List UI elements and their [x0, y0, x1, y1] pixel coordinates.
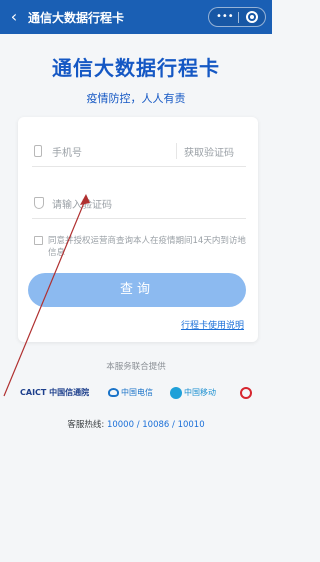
- hotline-numbers: 10000 / 10086 / 10010: [106, 420, 205, 430]
- agree-text: 同意并授权运营商查询本人在疫情期间14天内到访地信息: [48, 236, 246, 258]
- china-mobile-logo: 中国移动: [170, 384, 216, 402]
- telecom-label: 中国电信: [121, 388, 153, 397]
- usage-guide-link[interactable]: 行程卡使用说明: [181, 318, 244, 331]
- query-button[interactable]: 查询: [28, 273, 246, 307]
- code-input[interactable]: 请输入验证码: [52, 196, 112, 211]
- shield-icon: [34, 197, 44, 209]
- agree-checkbox[interactable]: [34, 236, 43, 245]
- back-button[interactable]: ‹: [6, 8, 22, 26]
- miniapp-capsule: •••: [208, 7, 266, 27]
- china-telecom-logo: 中国电信: [108, 384, 153, 402]
- phone-field[interactable]: 手机号 获取验证码: [32, 141, 246, 167]
- partner-logos: CAICT 中国信通院 中国电信 中国移动: [0, 384, 272, 404]
- title-bar: ‹ 通信大数据行程卡 •••: [0, 0, 272, 34]
- capsule-divider: [238, 12, 239, 23]
- hotline-label: 客服热线:: [67, 420, 107, 430]
- unicom-icon: [240, 386, 252, 399]
- get-code-button[interactable]: 获取验证码: [184, 144, 234, 159]
- telecom-icon: [108, 388, 119, 397]
- brand-subtitle: 疫情防控，人人有责: [86, 92, 186, 105]
- mobile-label: 中国移动: [184, 388, 216, 397]
- brand-title: 通信大数据行程卡: [52, 56, 220, 80]
- hotline: 客服热线: 10000 / 10086 / 10010: [0, 418, 272, 430]
- login-card: 手机号 获取验证码 请输入验证码 同意并授权运营商查询本人在疫情期间14天内到访…: [18, 117, 258, 342]
- phone-icon: [34, 145, 42, 157]
- window-title: 通信大数据行程卡: [28, 11, 125, 25]
- caict-logo: CAICT 中国信通院: [20, 388, 90, 397]
- agree-row: 同意并授权运营商查询本人在疫情期间14天内到访地信息: [32, 235, 246, 261]
- close-icon[interactable]: [246, 11, 258, 23]
- china-unicom-logo: [240, 384, 254, 402]
- more-icon[interactable]: •••: [216, 11, 234, 23]
- mobile-icon: [170, 386, 182, 399]
- phone-input[interactable]: 手机号: [52, 144, 82, 159]
- field-divider: [176, 143, 177, 159]
- code-field[interactable]: 请输入验证码: [32, 193, 246, 219]
- partners-label: 本服务联合提供: [106, 362, 166, 372]
